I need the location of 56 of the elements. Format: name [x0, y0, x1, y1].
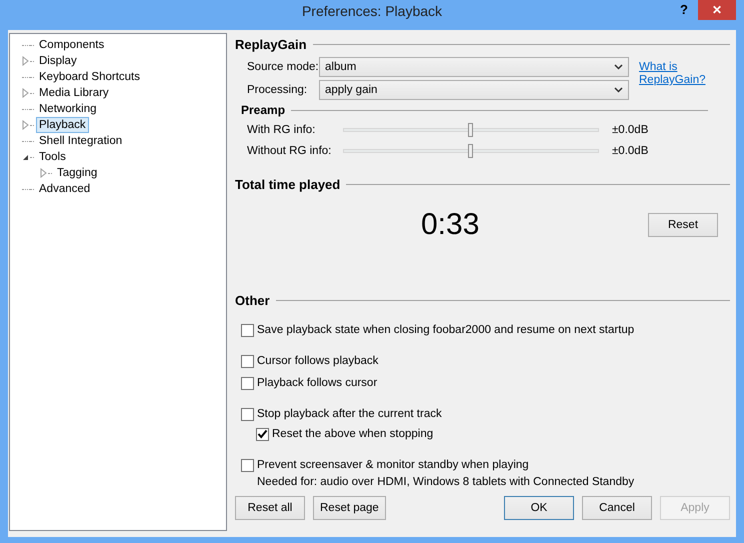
- time-played-value: 0:33: [421, 208, 480, 242]
- dropdown[interactable]: apply gain: [319, 80, 629, 100]
- tree-item[interactable]: Keyboard Shortcuts: [36, 69, 144, 85]
- option-label[interactable]: Stop playback after the current track: [257, 408, 442, 420]
- tree-item[interactable]: Media Library: [36, 85, 112, 101]
- section-heading: Preamp: [241, 103, 286, 117]
- option-label[interactable]: Reset the above when stopping: [272, 428, 434, 440]
- expand-arrow-icon[interactable]: [22, 56, 29, 66]
- field-label: Processing:: [247, 84, 308, 96]
- tree-item[interactable]: Components: [36, 37, 108, 53]
- checkbox[interactable]: [241, 324, 254, 336]
- chevron-icon: [614, 64, 623, 70]
- slider-thumb[interactable]: [468, 144, 473, 158]
- window-title: Preferences: Playback: [302, 2, 442, 21]
- close-button[interactable]: ✕: [698, 0, 736, 20]
- tree-item[interactable]: Tagging: [54, 165, 100, 181]
- note-text: Needed for: audio over HDMI, Windows 8 tablets with Connected Standby: [256, 476, 636, 488]
- tree-item[interactable]: Networking: [36, 101, 100, 117]
- dialog-button[interactable]: OK: [504, 496, 574, 520]
- slider-label: With RG info:: [247, 124, 316, 136]
- tree-item[interactable]: Tools: [36, 149, 69, 165]
- expand-arrow-icon[interactable]: [40, 168, 47, 178]
- dropdown[interactable]: album: [319, 57, 629, 77]
- help-button[interactable]: ?: [676, 0, 692, 19]
- dialog-button[interactable]: Cancel: [582, 496, 652, 520]
- chevron-icon: [614, 87, 623, 93]
- reset-button[interactable]: Reset: [648, 213, 718, 237]
- tree-item[interactable]: Display: [36, 53, 80, 69]
- help-link[interactable]: What is ReplayGain?: [639, 61, 709, 100]
- tree-item[interactable]: Advanced: [36, 181, 94, 197]
- checkbox[interactable]: [256, 428, 269, 440]
- checkmark-icon: [257, 429, 268, 439]
- option-label[interactable]: Playback follows cursor: [257, 377, 378, 389]
- slider-label: Without RG info:: [247, 144, 332, 156]
- expand-arrow-icon[interactable]: [22, 88, 29, 98]
- slider-reading: ±0.0dB: [612, 144, 648, 156]
- section-heading: Other: [235, 292, 270, 308]
- expand-arrow-icon[interactable]: [22, 120, 29, 130]
- option-label[interactable]: Save playback state when closing foobar2000 and resume on next startup: [257, 324, 634, 336]
- field-label: Source mode:: [247, 61, 319, 73]
- checkbox[interactable]: [241, 408, 254, 420]
- section-heading: ReplayGain: [235, 36, 307, 52]
- dialog-button[interactable]: Reset all: [235, 496, 305, 520]
- slider-track[interactable]: [343, 122, 599, 136]
- tree-item[interactable]: Shell Integration: [36, 133, 126, 149]
- slider-track[interactable]: [343, 144, 599, 158]
- slider-thumb[interactable]: [468, 122, 473, 136]
- slider-reading: ±0.0dB: [612, 124, 648, 136]
- option-label[interactable]: Cursor follows playback: [257, 355, 378, 367]
- checkbox[interactable]: [241, 458, 254, 472]
- dialog-button[interactable]: Reset page: [313, 496, 386, 520]
- tree-item[interactable]: Playback: [36, 117, 89, 133]
- checkbox[interactable]: [241, 354, 254, 368]
- section-heading: Total time played: [235, 176, 340, 192]
- option-label[interactable]: Prevent screensaver & monitor standby when playing: [257, 459, 529, 471]
- checkbox[interactable]: [241, 376, 254, 390]
